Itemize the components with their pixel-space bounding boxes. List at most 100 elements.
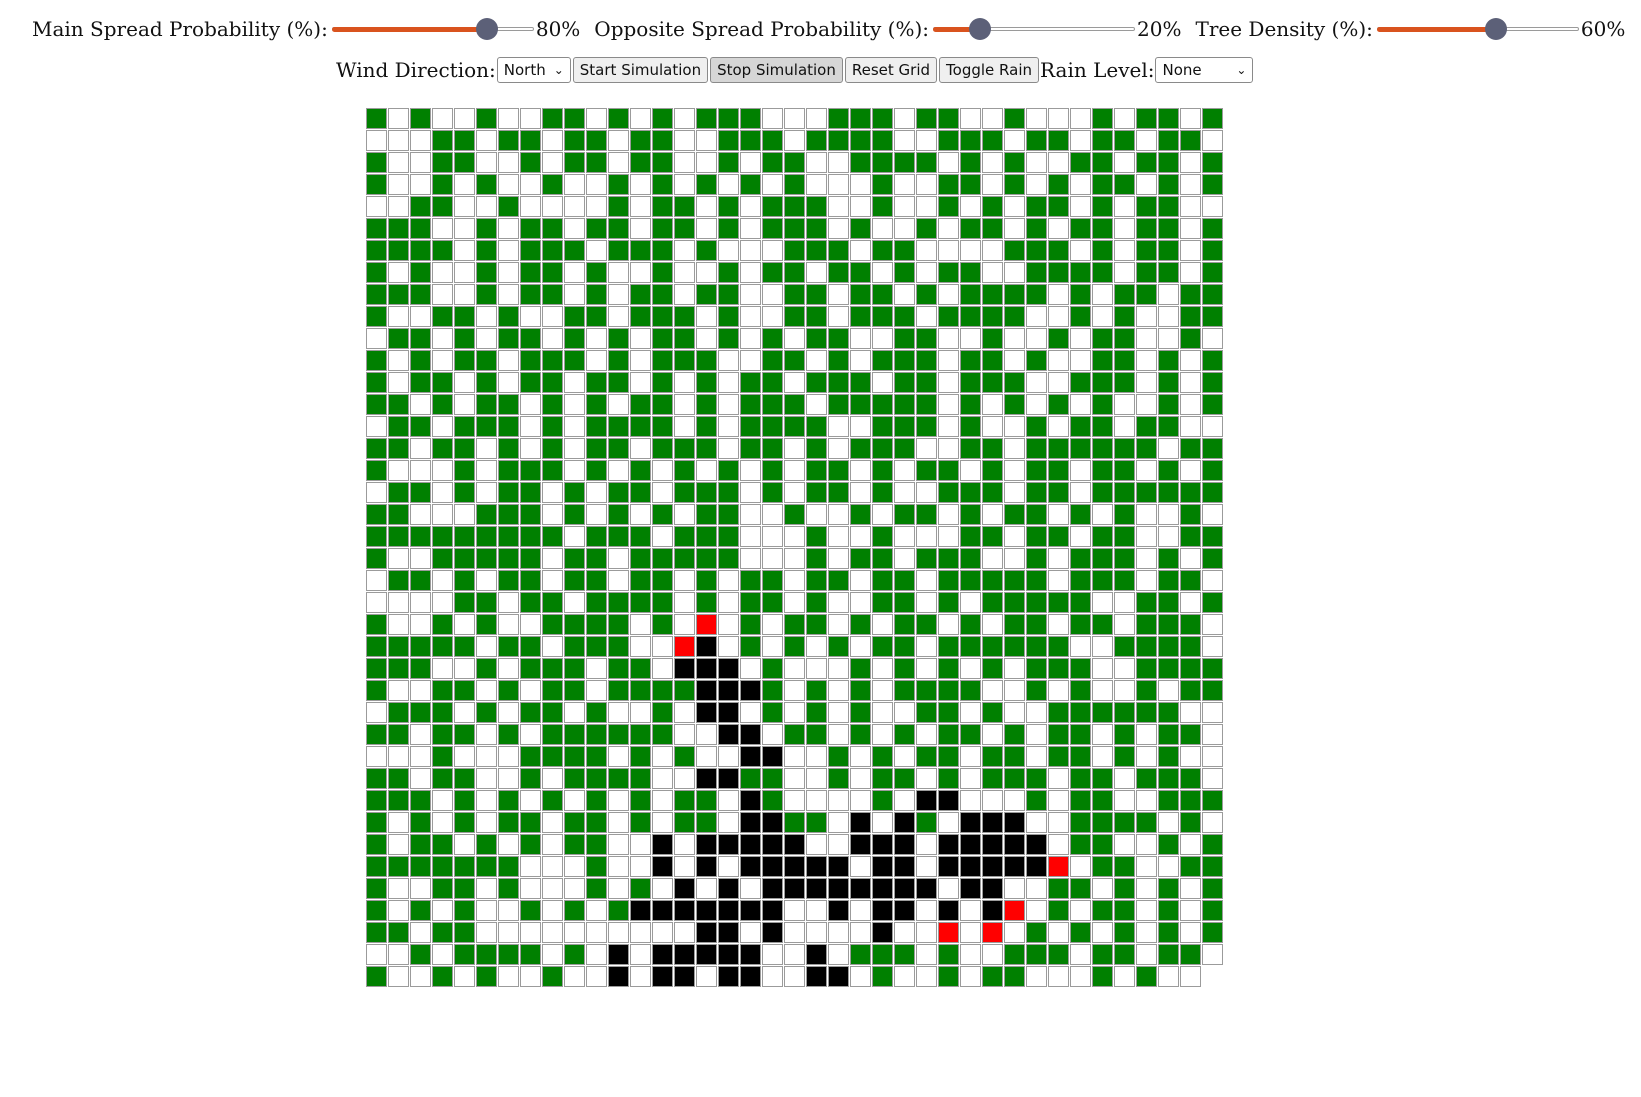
tree-cell[interactable] [630, 416, 651, 437]
burnt-cell[interactable] [696, 834, 717, 855]
burnt-cell[interactable] [1004, 834, 1025, 855]
wind-direction-select[interactable]: North ⌄ [496, 57, 571, 83]
empty-cell[interactable] [410, 394, 431, 415]
empty-cell[interactable] [454, 240, 475, 261]
empty-cell[interactable] [916, 922, 937, 943]
tree-cell[interactable] [1070, 702, 1091, 723]
burnt-cell[interactable] [718, 702, 739, 723]
tree-cell[interactable] [454, 900, 475, 921]
empty-cell[interactable] [432, 570, 453, 591]
tree-cell[interactable] [1092, 966, 1113, 987]
tree-cell[interactable] [652, 702, 673, 723]
empty-cell[interactable] [476, 724, 497, 745]
tree-cell[interactable] [542, 372, 563, 393]
tree-cell[interactable] [1158, 570, 1179, 591]
burnt-cell[interactable] [982, 812, 1003, 833]
empty-cell[interactable] [520, 614, 541, 635]
tree-cell[interactable] [388, 790, 409, 811]
tree-cell[interactable] [476, 702, 497, 723]
tree-cell[interactable] [366, 724, 387, 745]
tree-cell[interactable] [520, 900, 541, 921]
tree-cell[interactable] [1092, 526, 1113, 547]
tree-cell[interactable] [586, 812, 607, 833]
empty-cell[interactable] [828, 702, 849, 723]
tree-cell[interactable] [608, 372, 629, 393]
empty-cell[interactable] [1180, 108, 1201, 129]
tree-cell[interactable] [388, 482, 409, 503]
empty-cell[interactable] [454, 394, 475, 415]
burnt-cell[interactable] [652, 834, 673, 855]
empty-cell[interactable] [608, 306, 629, 327]
burnt-cell[interactable] [674, 944, 695, 965]
tree-cell[interactable] [454, 328, 475, 349]
empty-cell[interactable] [982, 394, 1003, 415]
tree-cell[interactable] [410, 328, 431, 349]
empty-cell[interactable] [652, 746, 673, 767]
tree-cell[interactable] [410, 416, 431, 437]
tree-cell[interactable] [982, 526, 1003, 547]
empty-cell[interactable] [498, 746, 519, 767]
empty-cell[interactable] [520, 724, 541, 745]
tree-cell[interactable] [1114, 922, 1135, 943]
tree-cell[interactable] [938, 130, 959, 151]
tree-cell[interactable] [608, 680, 629, 701]
tree-cell[interactable] [608, 724, 629, 745]
tree-cell[interactable] [586, 548, 607, 569]
tree-cell[interactable] [476, 108, 497, 129]
burnt-cell[interactable] [608, 944, 629, 965]
tree-cell[interactable] [1180, 130, 1201, 151]
tree-cell[interactable] [872, 460, 893, 481]
empty-cell[interactable] [762, 108, 783, 129]
empty-cell[interactable] [674, 614, 695, 635]
tree-cell[interactable] [674, 812, 695, 833]
empty-cell[interactable] [894, 790, 915, 811]
burnt-cell[interactable] [762, 834, 783, 855]
empty-cell[interactable] [608, 856, 629, 877]
tree-cell[interactable] [784, 504, 805, 525]
tree-cell[interactable] [894, 262, 915, 283]
tree-cell[interactable] [586, 438, 607, 459]
tree-cell[interactable] [366, 856, 387, 877]
fire-cell[interactable] [1004, 900, 1025, 921]
empty-cell[interactable] [630, 196, 651, 217]
empty-cell[interactable] [1048, 306, 1069, 327]
tree-cell[interactable] [982, 658, 1003, 679]
tree-cell[interactable] [872, 240, 893, 261]
empty-cell[interactable] [608, 548, 629, 569]
empty-cell[interactable] [1004, 130, 1025, 151]
tree-cell[interactable] [806, 570, 827, 591]
tree-cell[interactable] [1114, 482, 1135, 503]
empty-cell[interactable] [586, 482, 607, 503]
empty-cell[interactable] [476, 570, 497, 591]
tree-cell[interactable] [586, 570, 607, 591]
empty-cell[interactable] [938, 504, 959, 525]
tree-cell[interactable] [1026, 262, 1047, 283]
empty-cell[interactable] [520, 790, 541, 811]
tree-cell[interactable] [982, 482, 1003, 503]
empty-cell[interactable] [784, 966, 805, 987]
tree-cell[interactable] [1070, 504, 1091, 525]
empty-cell[interactable] [740, 196, 761, 217]
tree-cell[interactable] [916, 504, 937, 525]
empty-cell[interactable] [630, 438, 651, 459]
empty-cell[interactable] [960, 460, 981, 481]
tree-cell[interactable] [850, 944, 871, 965]
tree-cell[interactable] [872, 592, 893, 613]
tree-cell[interactable] [432, 680, 453, 701]
empty-cell[interactable] [432, 284, 453, 305]
tree-cell[interactable] [1092, 944, 1113, 965]
tree-cell[interactable] [1048, 196, 1069, 217]
empty-cell[interactable] [740, 504, 761, 525]
empty-cell[interactable] [674, 284, 695, 305]
empty-cell[interactable] [828, 548, 849, 569]
tree-cell[interactable] [894, 636, 915, 657]
tree-cell[interactable] [872, 570, 893, 591]
reset-grid-button[interactable]: Reset Grid [844, 57, 938, 83]
empty-cell[interactable] [432, 460, 453, 481]
empty-cell[interactable] [1202, 636, 1223, 657]
burnt-cell[interactable] [916, 790, 937, 811]
empty-cell[interactable] [1158, 284, 1179, 305]
tree-cell[interactable] [1114, 526, 1135, 547]
tree-cell[interactable] [740, 130, 761, 151]
empty-cell[interactable] [410, 878, 431, 899]
